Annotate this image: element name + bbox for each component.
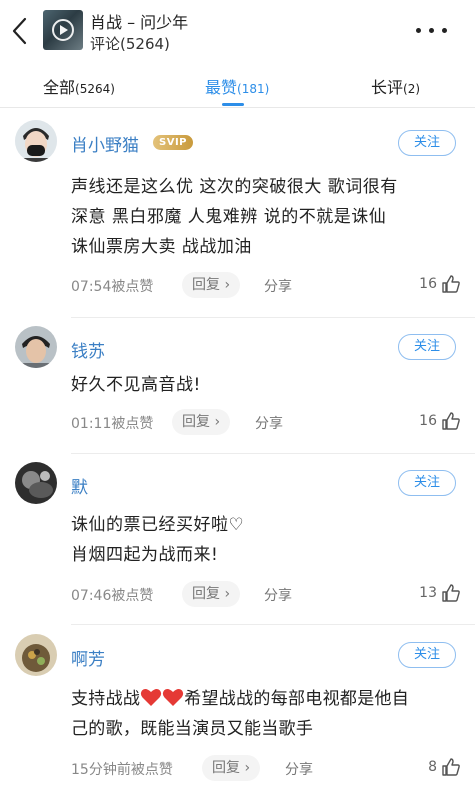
svip-badge: SVIP: [153, 135, 193, 150]
comment-text: 诛仙的票已经买好啦♡ 肖烟四起为战而来!: [71, 510, 456, 570]
comment-meta: 01:11被点赞 回复 › 分享 16: [71, 409, 461, 435]
share-button[interactable]: 分享: [285, 759, 313, 779]
reply-button[interactable]: 回复 ›: [172, 409, 231, 435]
liked-time: 15分钟前被点赞: [71, 762, 173, 778]
tab-all[interactable]: 全部(5264): [43, 74, 115, 98]
comment-count: 评论(5264): [90, 35, 170, 53]
liked-time: 01:11被点赞: [71, 416, 154, 432]
play-icon: [52, 19, 74, 41]
comment-text: 好久不见高音战!: [71, 370, 456, 400]
follow-button[interactable]: 关注: [398, 470, 456, 496]
comment-line: 肖烟四起为战而来!: [71, 545, 219, 565]
thumbs-up-icon: [442, 275, 460, 293]
comment-text: 支持战战 希望战战的每部电视都是他自 己的歌，既能当演员又能当歌手: [71, 684, 456, 744]
comment-meta: 07:46被点赞 回复 › 分享 13: [71, 581, 461, 607]
username[interactable]: 钱苏: [71, 337, 105, 362]
avatar[interactable]: [15, 462, 57, 504]
share-button[interactable]: 分享: [264, 585, 292, 605]
tab-long-reviews[interactable]: 长评(2): [371, 74, 420, 98]
username[interactable]: 啊芳: [71, 645, 105, 670]
username[interactable]: 默: [71, 473, 88, 498]
comment-line: 己的歌，既能当演员又能当歌手: [71, 719, 314, 739]
liked-time: 07:46被点赞: [71, 588, 154, 604]
red-heart-icon: [141, 689, 162, 706]
like-count: 13: [419, 585, 437, 601]
avatar[interactable]: [15, 634, 57, 676]
comment-line: 深意 黑白邪魔 人鬼难辨 说的不就是诛仙: [71, 207, 387, 227]
song-title: 肖战 – 问少年: [90, 13, 189, 32]
follow-button[interactable]: 关注: [398, 334, 456, 360]
thumbs-up-icon: [442, 584, 460, 602]
header-bar: 肖战 – 问少年 评论(5264): [0, 0, 475, 64]
tab-most-liked[interactable]: 最赞(181): [205, 74, 269, 98]
divider: [71, 624, 475, 625]
back-arrow-icon[interactable]: [8, 14, 32, 48]
like-count: 8: [428, 759, 437, 775]
comment-meta: 15分钟前被点赞 回复 › 分享 8: [71, 755, 461, 781]
comment-meta: 07:54被点赞 回复 › 分享 16: [71, 272, 461, 298]
share-button[interactable]: 分享: [255, 413, 283, 433]
reply-button[interactable]: 回复 ›: [202, 755, 261, 781]
comment-fragment: 希望战战的每部电视都是他自: [184, 689, 410, 709]
thumbs-up-icon: [442, 412, 460, 430]
comment-line: 好久不见高音战!: [71, 375, 201, 395]
comment-line: 声线还是这么优 这次的突破很大 歌词很有: [71, 177, 398, 197]
avatar[interactable]: [15, 120, 57, 162]
like-count: 16: [419, 276, 437, 292]
reply-button[interactable]: 回复 ›: [182, 581, 241, 607]
thumbs-up-icon: [442, 758, 460, 776]
follow-button[interactable]: 关注: [398, 130, 456, 156]
comment-tabs: 全部(5264) 最赞(181) 长评(2): [0, 64, 475, 108]
active-tab-indicator: [222, 103, 244, 106]
comment-line: 诛仙票房大卖 战战加油: [71, 237, 252, 257]
follow-button[interactable]: 关注: [398, 642, 456, 668]
share-button[interactable]: 分享: [264, 276, 292, 296]
reply-label: 回复: [192, 277, 220, 293]
reply-label: 回复: [212, 760, 240, 776]
divider: [71, 317, 475, 318]
username[interactable]: 肖小野猫: [71, 131, 139, 156]
like-count: 16: [419, 413, 437, 429]
reply-button[interactable]: 回复 ›: [182, 272, 241, 298]
more-options-icon[interactable]: [413, 22, 451, 38]
comment-line: 诛仙的票已经买好啦♡: [71, 515, 245, 535]
divider: [71, 453, 475, 454]
comment-fragment: 支持战战: [71, 689, 141, 709]
comment-text: 声线还是这么优 这次的突破很大 歌词很有 深意 黑白邪魔 人鬼难辨 说的不就是诛…: [71, 172, 456, 262]
comment-line: 支持战战 希望战战的每部电视都是他自: [71, 684, 456, 714]
album-cover-thumbnail[interactable]: [43, 10, 83, 50]
avatar[interactable]: [15, 326, 57, 368]
liked-time: 07:54被点赞: [71, 279, 154, 295]
reply-label: 回复: [192, 586, 220, 602]
red-heart-icon: [163, 689, 184, 706]
reply-label: 回复: [182, 414, 210, 430]
